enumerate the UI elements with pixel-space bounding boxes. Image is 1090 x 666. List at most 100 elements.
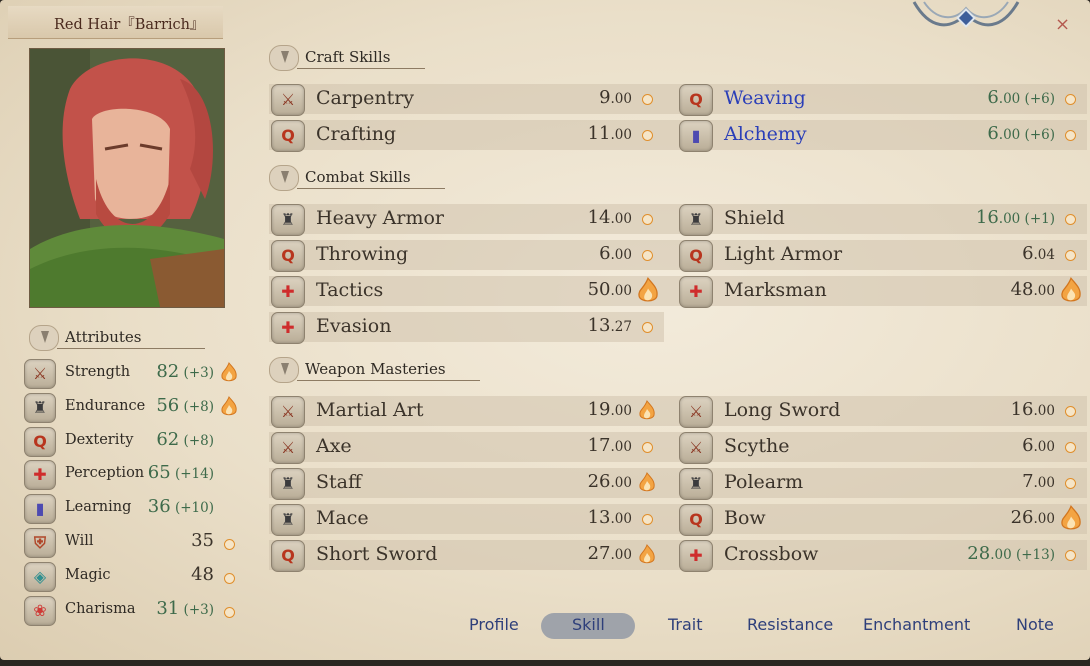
attribute-base: 56: [156, 394, 180, 416]
skill-level: 28: [967, 543, 991, 564]
icon-glyph: ◈: [33, 566, 47, 586]
armor-icon: ♜: [679, 204, 713, 236]
tab-note[interactable]: Note: [1016, 615, 1054, 634]
icon-glyph: Q: [689, 246, 703, 265]
skill-decimal: .27: [610, 319, 632, 335]
cross-dots-icon: ✚: [679, 276, 713, 308]
skill-value: 48.00: [935, 279, 1055, 300]
skill-decimal: .00: [1033, 439, 1055, 455]
icon-glyph: ♜: [688, 474, 704, 493]
skill-name: Mace: [316, 507, 369, 529]
skill-value: 26.00: [935, 507, 1055, 528]
skill-name: Throwing: [316, 243, 409, 265]
tab-resistance[interactable]: Resistance: [747, 615, 833, 634]
skill-level: 48: [1010, 279, 1034, 300]
skill-level: 16: [1010, 399, 1034, 420]
flame-icon: [221, 395, 237, 416]
character-sheet-window: Red Hair『Barrich』 × Attributes ⚔ Strength…: [0, 0, 1090, 660]
tab-profile[interactable]: Profile: [469, 615, 519, 634]
indicator-dot-icon: [224, 606, 235, 618]
attribute-bonus: (+10): [170, 500, 214, 517]
book-icon: ▮: [24, 494, 56, 525]
indicator-dot-icon: [1065, 250, 1076, 261]
indicator-dot-icon: [642, 130, 653, 141]
crossed-swords-icon: ⚔: [271, 396, 305, 428]
skill-value: 13.27: [512, 315, 632, 336]
icon-glyph: ✚: [689, 546, 703, 565]
skill-name: Axe: [316, 435, 352, 457]
indicator-dot-icon: [642, 214, 653, 225]
indicator-dot-icon: [1065, 478, 1076, 489]
bow-ribbon-icon: ❀: [24, 595, 56, 626]
q-ring-icon: Q: [679, 240, 713, 272]
skill-value: 6.00 (+6): [935, 123, 1055, 144]
skill-level: 6: [1022, 435, 1034, 456]
icon-glyph: ❀: [33, 600, 47, 620]
tab-trait[interactable]: Trait: [668, 615, 703, 634]
close-icon[interactable]: ×: [1055, 14, 1070, 35]
q-ring-icon: Q: [271, 540, 305, 572]
icon-glyph: ⚔: [280, 402, 296, 421]
skill-name: Weaving: [724, 87, 806, 109]
skill-decimal: .00: [1033, 403, 1055, 419]
skill-decimal: .00: [610, 475, 632, 491]
attribute-base: 31: [156, 597, 180, 619]
indicator-dot-icon: [1065, 130, 1076, 141]
tab-enchantment[interactable]: Enchantment: [863, 615, 970, 634]
attribute-value: 48: [94, 564, 214, 585]
q-ring-icon: Q: [271, 240, 305, 272]
icon-glyph: Q: [689, 90, 703, 109]
attribute-bonus: (+3): [179, 365, 214, 381]
skill-level: 27: [587, 543, 611, 564]
weapon-masteries-title: Weapon Masteries: [305, 360, 446, 378]
skill-decimal: .04: [1033, 247, 1055, 263]
skill-name: Shield: [724, 207, 785, 229]
section-underline: [57, 348, 205, 349]
icon-glyph: ♜: [688, 210, 704, 229]
indicator-dot-icon: [1065, 442, 1076, 453]
skill-name: Carpentry: [316, 87, 415, 109]
attribute-value: 36 (+10): [94, 496, 214, 517]
skill-level: 19: [587, 399, 611, 420]
crossed-swords-icon: ⚔: [271, 432, 305, 464]
skill-value: 6.00 (+6): [935, 87, 1055, 108]
section-underline: [297, 68, 425, 69]
flame-icon: [1061, 277, 1081, 302]
skill-level: 16: [975, 207, 999, 228]
armor-icon: ♜: [679, 468, 713, 500]
skill-decimal: .00: [998, 91, 1021, 107]
armor-icon: ♜: [271, 204, 305, 236]
icon-glyph: ▮: [691, 126, 701, 145]
skill-level: 14: [587, 207, 611, 228]
icon-glyph: ♜: [280, 474, 296, 493]
indicator-dot-icon: [642, 442, 653, 453]
craft-skills-title: Craft Skills: [305, 48, 391, 66]
icon-glyph: Q: [281, 246, 295, 265]
skill-name: Crafting: [316, 123, 397, 145]
skill-name: Evasion: [316, 315, 392, 337]
skill-value: 17.00: [512, 435, 632, 456]
icon-glyph: ⚔: [280, 438, 296, 457]
attribute-base: 62: [156, 428, 180, 450]
icon-glyph: ⛨: [33, 533, 46, 552]
crossed-swords-icon: ⚔: [679, 396, 713, 428]
skill-decimal: .00: [610, 247, 632, 263]
character-portrait: [29, 48, 225, 308]
skill-value: 6.04: [935, 243, 1055, 264]
flame-icon: [221, 362, 237, 382]
q-ring-icon: Q: [271, 120, 305, 152]
section-underline: [297, 188, 445, 189]
tab-skill[interactable]: Skill: [572, 615, 605, 634]
icon-glyph: Q: [689, 510, 703, 529]
skill-value: 28.00 (+13): [935, 543, 1055, 564]
indicator-dot-icon: [1065, 550, 1076, 561]
flame-icon: [639, 544, 655, 564]
skill-bonus: (+1): [1020, 211, 1055, 227]
attribute-bonus: (+8): [179, 432, 214, 449]
skill-level: 7: [1022, 471, 1034, 492]
attribute-base: 48: [191, 563, 214, 585]
skill-decimal: .00: [610, 511, 632, 527]
armor-icon: ♜: [271, 504, 305, 536]
skill-value: 9.00: [512, 87, 632, 108]
attribute-value: 65 (+14): [94, 462, 214, 483]
